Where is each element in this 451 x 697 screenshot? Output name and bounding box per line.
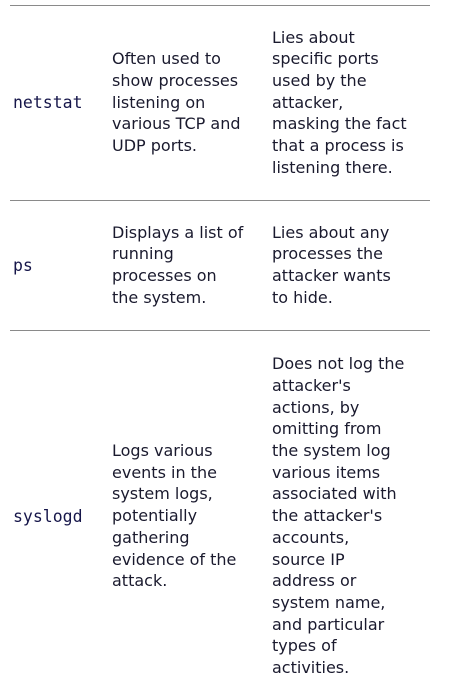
rootkit-effect: Lies about any processes the attacker wa…	[272, 222, 391, 307]
description-cell: Logs various events in the system logs, …	[112, 346, 269, 686]
description-cell: Often used to show processes listening o…	[112, 21, 269, 184]
rootkit-effect: Does not log the attacker's actions, by …	[272, 354, 405, 678]
command-name: netstat	[13, 93, 83, 112]
command-description: Logs various events in the system logs, …	[112, 441, 237, 591]
table-row: netstat Often used to show processes lis…	[10, 21, 430, 184]
effect-cell: Lies about any processes the attacker wa…	[272, 216, 434, 314]
row-divider	[10, 200, 430, 201]
effect-cell: Lies about specific ports used by the at…	[272, 21, 434, 184]
table-top-rule	[10, 5, 430, 6]
command-cell: netstat	[13, 21, 113, 184]
effect-cell: Does not log the attacker's actions, by …	[272, 346, 434, 686]
table-row: ps Displays a list of running processes …	[10, 216, 430, 314]
description-cell: Displays a list of running processes on …	[112, 216, 269, 314]
table-row: syslogd Logs various events in the syste…	[10, 346, 430, 686]
rootkit-effect: Lies about specific ports used by the at…	[272, 27, 407, 177]
command-description: Often used to show processes listening o…	[112, 49, 241, 156]
command-cell: syslogd	[13, 346, 113, 686]
command-name: ps	[13, 255, 33, 275]
command-cell: ps	[13, 216, 113, 314]
command-name: syslogd	[13, 506, 83, 526]
command-description: Displays a list of running processes on …	[112, 222, 244, 307]
row-divider	[10, 330, 430, 331]
